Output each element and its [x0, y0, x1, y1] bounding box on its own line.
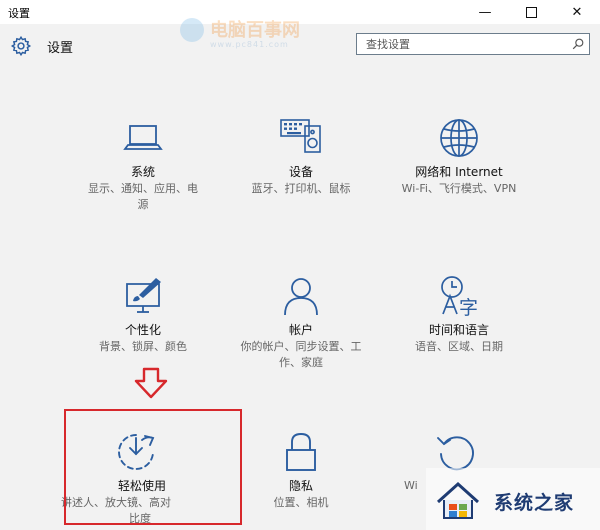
tile-description: Wi-Fi、飞行模式、VPN — [401, 182, 517, 195]
tile-privacy[interactable]: 隐私 位置、相机 — [224, 430, 378, 510]
tile-description: 你的帐户、同步设置、工 — [240, 340, 362, 353]
person-icon — [284, 278, 318, 316]
close-button[interactable]: ✕ — [554, 0, 600, 24]
paint-brush-icon — [126, 278, 161, 313]
tile-description: 语音、区域、日期 — [415, 340, 503, 353]
page-title: 设置 — [47, 41, 74, 56]
lock-icon — [286, 433, 316, 471]
tile-network[interactable]: 网络和 Internet Wi-Fi、飞行模式、VPN — [382, 116, 536, 196]
maximize-icon — [525, 6, 537, 18]
tile-title: 时间和语言 — [428, 323, 489, 337]
tile-title: 系统 — [130, 165, 155, 179]
tile-title: 隐私 — [288, 479, 313, 493]
tile-devices[interactable]: 设备 蓝牙、打印机、鼠标 — [224, 116, 378, 196]
svg-text:字: 字 — [459, 297, 478, 318]
tile-time-language[interactable]: 字 时间和语言 语音、区域、日期 — [382, 274, 536, 354]
tile-description: 蓝牙、打印机、鼠标 — [251, 182, 351, 195]
tile-title: 帐户 — [288, 323, 313, 337]
search-icon[interactable] — [571, 37, 585, 51]
tile-description: 讲述人、放大镜、高对 — [61, 496, 171, 509]
minimize-icon: — — [478, 4, 492, 20]
tile-description: 比度 — [129, 512, 151, 525]
tile-title: 设备 — [288, 165, 313, 179]
tile-description: 背景、锁屏、颜色 — [99, 340, 187, 353]
ease-of-access-icon — [118, 434, 155, 470]
down-arrow-icon — [134, 367, 168, 399]
tile-description: 源 — [137, 198, 149, 211]
house-logo-icon — [436, 481, 480, 519]
search-box — [356, 33, 590, 55]
tile-description: 位置、相机 — [273, 496, 329, 509]
keyboard-speaker-icon — [280, 119, 321, 153]
tile-title: 个性化 — [124, 323, 161, 337]
window-title: 设置 — [8, 7, 30, 20]
search-input[interactable] — [357, 34, 571, 54]
globe-icon — [440, 119, 478, 157]
minimize-button[interactable]: — — [462, 0, 508, 24]
tile-description: 作、家庭 — [279, 356, 323, 369]
laptop-icon — [123, 125, 163, 150]
maximize-button[interactable] — [508, 0, 554, 24]
time-language-icon: 字 — [441, 276, 478, 318]
title-bar: 设置 — ✕ — [0, 0, 600, 24]
tile-ease-of-access[interactable]: 轻松使用 讲述人、放大镜、高对 比度 — [61, 430, 224, 526]
tile-personalization[interactable]: 个性化 背景、锁屏、颜色 — [66, 274, 220, 354]
tile-system[interactable]: 系统 显示、通知、应用、电 源 — [66, 116, 220, 212]
logo-text: 系统之家 — [494, 492, 575, 514]
tile-accounts[interactable]: 帐户 你的帐户、同步设置、工 作、家庭 — [224, 274, 378, 370]
logo-badge: 系统之家 — [426, 468, 600, 530]
close-icon: ✕ — [571, 4, 583, 20]
tile-title: 轻松使用 — [118, 479, 167, 493]
tile-title: 网络和 Internet — [415, 165, 503, 179]
gear-icon — [10, 35, 32, 57]
tile-description: 显示、通知、应用、电 — [88, 182, 198, 195]
